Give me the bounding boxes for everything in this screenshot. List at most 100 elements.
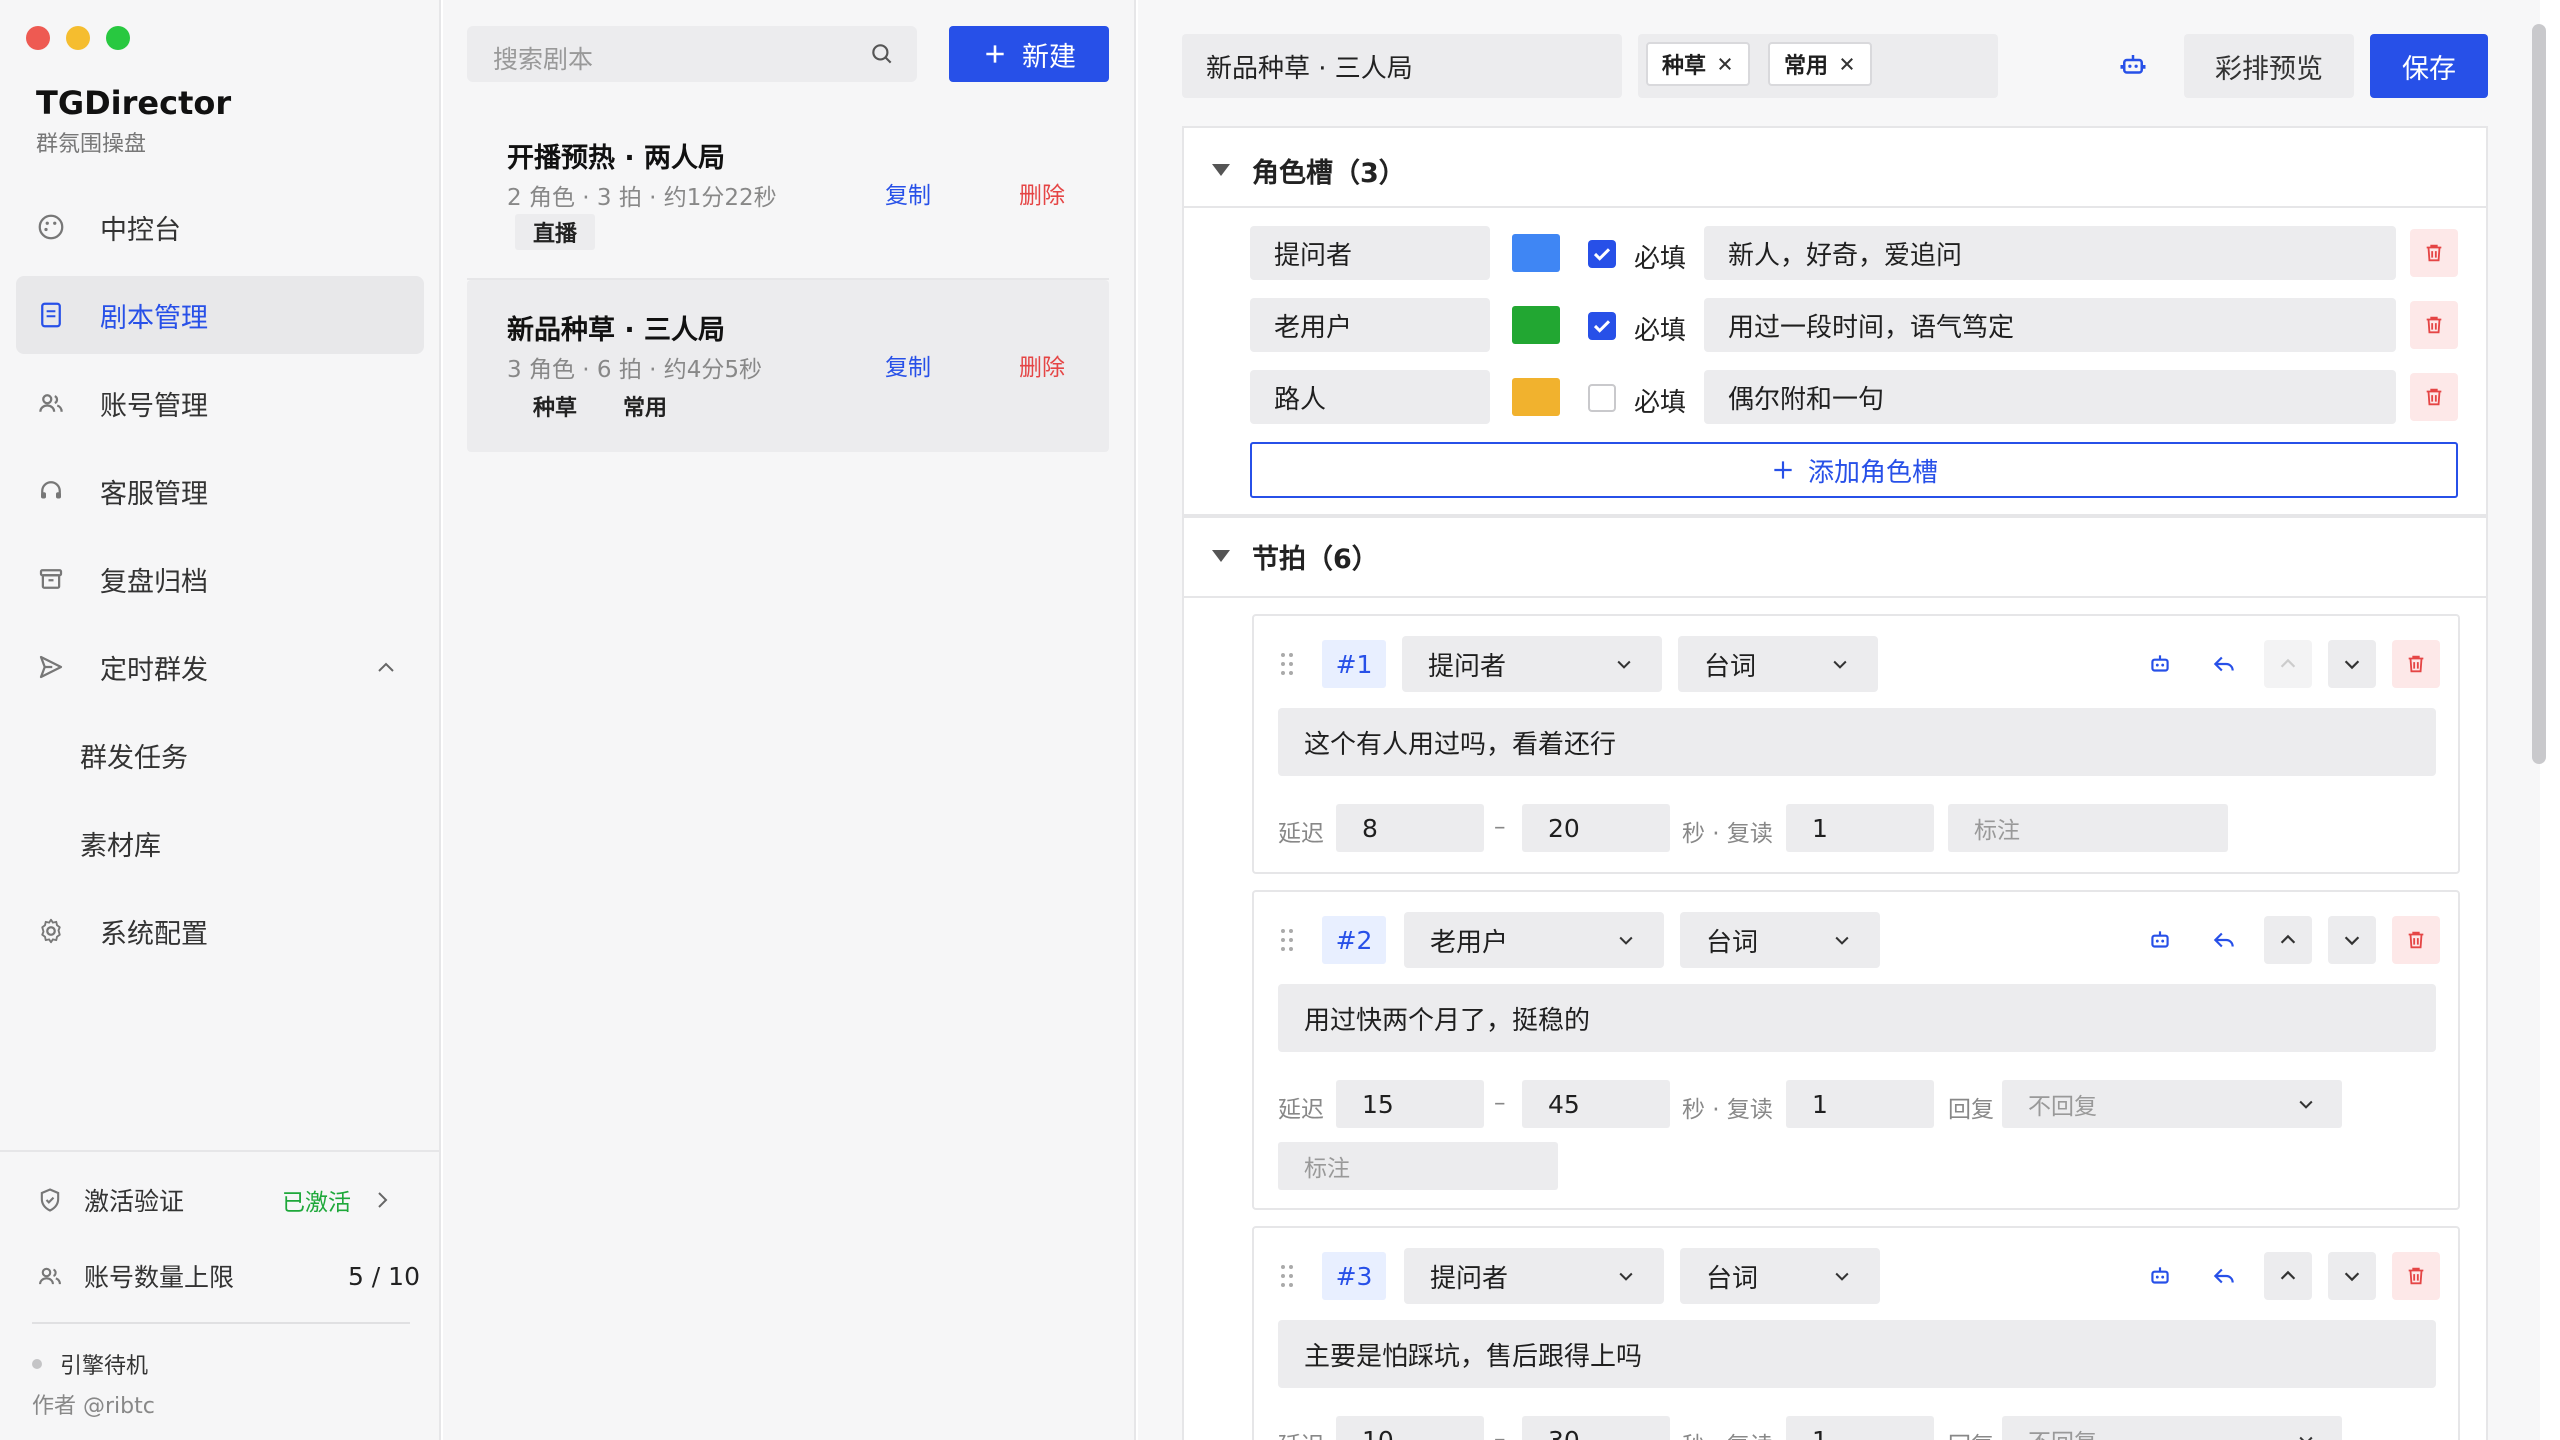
new-script-label: 新建 — [1022, 41, 1076, 73]
delete-role-button[interactable] — [2410, 229, 2458, 277]
delay-label: 延迟 — [1278, 1426, 1324, 1440]
move-up-button[interactable] — [2264, 640, 2312, 688]
move-up-button[interactable] — [2264, 916, 2312, 964]
role-color-swatch[interactable] — [1512, 234, 1560, 272]
repeat-input[interactable]: 1 — [1786, 1080, 1934, 1128]
sidebar-item-label: 定时群发 — [100, 654, 208, 686]
role-color-swatch[interactable] — [1512, 306, 1560, 344]
delete-role-button[interactable] — [2410, 301, 2458, 349]
beats-title: 节拍（6） — [1252, 543, 1379, 575]
repeat-input[interactable]: 1 — [1786, 1416, 1934, 1440]
beat-role-select[interactable]: 老用户 — [1404, 912, 1664, 968]
rehearsal-preview-button[interactable]: 彩排预览 — [2184, 34, 2354, 98]
ai-generate-button[interactable] — [2136, 916, 2184, 964]
ai-generate-button[interactable] — [2136, 640, 2184, 688]
drag-handle-icon[interactable] — [1280, 928, 1294, 952]
move-down-button[interactable] — [2328, 1252, 2376, 1300]
delete-beat-button[interactable] — [2392, 916, 2440, 964]
author-credit: 作者 @ribtc — [32, 1394, 155, 1419]
sidebar-item-settings[interactable]: 系统配置 — [16, 892, 424, 970]
chevron-up-icon[interactable] — [374, 656, 398, 680]
beat-role-select[interactable]: 提问者 — [1404, 1248, 1664, 1304]
delay-max-input[interactable]: 45 — [1522, 1080, 1670, 1128]
reply-button[interactable] — [2200, 1252, 2248, 1300]
move-down-button[interactable] — [2328, 640, 2376, 688]
delete-role-button[interactable] — [2410, 373, 2458, 421]
search-input[interactable]: 搜索剧本 — [467, 26, 917, 82]
minimize-window-button[interactable] — [66, 26, 90, 50]
maximize-window-button[interactable] — [106, 26, 130, 50]
reply-button[interactable] — [2200, 916, 2248, 964]
sidebar-item-accounts[interactable]: 账号管理 — [16, 364, 424, 442]
delete-beat-button[interactable] — [2392, 1252, 2440, 1300]
sidebar-item-scheduled-broadcast[interactable]: 定时群发 — [16, 628, 424, 706]
robot-icon[interactable] — [2118, 50, 2148, 80]
drag-handle-icon[interactable] — [1280, 1264, 1294, 1288]
activation-row[interactable]: 激活验证 已激活 — [36, 1180, 420, 1220]
role-name-input[interactable]: 提问者 — [1250, 226, 1490, 280]
ai-generate-button[interactable] — [2136, 1252, 2184, 1300]
sidebar-item-scripts[interactable]: 剧本管理 — [16, 276, 424, 354]
delay-min-input[interactable]: 10 — [1336, 1416, 1484, 1440]
required-checkbox[interactable] — [1588, 240, 1616, 268]
reply-select[interactable]: 不回复 — [2002, 1080, 2342, 1128]
delete-beat-button[interactable] — [2392, 640, 2440, 688]
move-down-button[interactable] — [2328, 916, 2376, 964]
sidebar-item-archive[interactable]: 复盘归档 — [16, 540, 424, 618]
beat-line-input[interactable]: 主要是怕踩坑，售后跟得上吗 — [1278, 1320, 2436, 1388]
required-checkbox[interactable] — [1588, 384, 1616, 412]
note-input[interactable]: 标注 — [1278, 1142, 1558, 1190]
drag-handle-icon[interactable] — [1280, 652, 1294, 676]
script-name-input[interactable]: 新品种草 · 三人局 — [1182, 34, 1622, 98]
editor-scrollbar[interactable] — [2532, 0, 2546, 1440]
close-icon[interactable] — [1838, 55, 1856, 73]
search-icon[interactable] — [869, 41, 895, 67]
beat-line-input[interactable]: 用过快两个月了，挺稳的 — [1278, 984, 2436, 1052]
reply-select[interactable]: 不回复 — [2002, 1416, 2342, 1440]
chevron-down-icon — [2344, 1272, 2360, 1282]
delay-min-input[interactable]: 15 — [1336, 1080, 1484, 1128]
sidebar-item-support[interactable]: 客服管理 — [16, 452, 424, 530]
role-color-swatch[interactable] — [1512, 378, 1560, 416]
required-checkbox[interactable] — [1588, 312, 1616, 340]
reply-button[interactable] — [2200, 640, 2248, 688]
account-limit-row: 账号数量上限 5 / 10 — [36, 1256, 420, 1296]
close-icon[interactable] — [1716, 55, 1734, 73]
repeat-input[interactable]: 1 — [1786, 804, 1934, 852]
script-card[interactable]: 新品种草 · 三人局 3 角色 · 6 拍 · 约4分5秒 复制 删除 种草 常… — [467, 280, 1109, 452]
beat-type-select[interactable]: 台词 — [1678, 636, 1878, 692]
sidebar-subitem-materials[interactable]: 素材库 — [80, 824, 161, 863]
delay-max-input[interactable]: 20 — [1522, 804, 1670, 852]
delete-script-button[interactable]: 删除 — [1019, 348, 1065, 382]
add-role-button[interactable]: 添加角色槽 — [1250, 442, 2458, 498]
close-window-button[interactable] — [26, 26, 50, 50]
copy-script-button[interactable]: 复制 — [885, 176, 931, 210]
beat-type-select[interactable]: 台词 — [1680, 912, 1880, 968]
divider — [1184, 596, 2486, 598]
copy-script-button[interactable]: 复制 — [885, 348, 931, 382]
sidebar-item-dashboard[interactable]: 中控台 — [16, 188, 424, 266]
role-description-input[interactable]: 新人，好奇，爱追问 — [1704, 226, 2396, 280]
script-card[interactable]: 开播预热 · 两人局 2 角色 · 3 拍 · 约1分22秒 复制 删除 直播 — [467, 110, 1109, 270]
roles-section-header[interactable]: 角色槽（3） — [1212, 150, 1406, 190]
role-description-input[interactable]: 用过一段时间，语气笃定 — [1704, 298, 2396, 352]
role-name-input[interactable]: 老用户 — [1250, 298, 1490, 352]
move-up-button[interactable] — [2264, 1252, 2312, 1300]
beat-number: #3 — [1322, 1252, 1386, 1300]
beat-type-select[interactable]: 台词 — [1680, 1248, 1880, 1304]
new-script-button[interactable]: 新建 — [949, 26, 1109, 82]
beats-section-header[interactable]: 节拍（6） — [1212, 536, 1379, 576]
save-button[interactable]: 保存 — [2370, 34, 2488, 98]
sidebar-item-label: 客服管理 — [100, 478, 208, 510]
delay-max-input[interactable]: 30 — [1522, 1416, 1670, 1440]
scrollbar-thumb[interactable] — [2532, 24, 2546, 764]
delete-script-button[interactable]: 删除 — [1019, 176, 1065, 210]
beat-line-input[interactable]: 这个有人用过吗，看着还行 — [1278, 708, 2436, 776]
note-input[interactable]: 标注 — [1948, 804, 2228, 852]
role-name-input[interactable]: 路人 — [1250, 370, 1490, 424]
sec-repeat-label: 秒 · 复读 — [1682, 1097, 1773, 1123]
role-description-input[interactable]: 偶尔附和一句 — [1704, 370, 2396, 424]
beat-role-select[interactable]: 提问者 — [1402, 636, 1662, 692]
sidebar-subitem-broadcast-tasks[interactable]: 群发任务 — [80, 736, 188, 775]
delay-min-input[interactable]: 8 — [1336, 804, 1484, 852]
